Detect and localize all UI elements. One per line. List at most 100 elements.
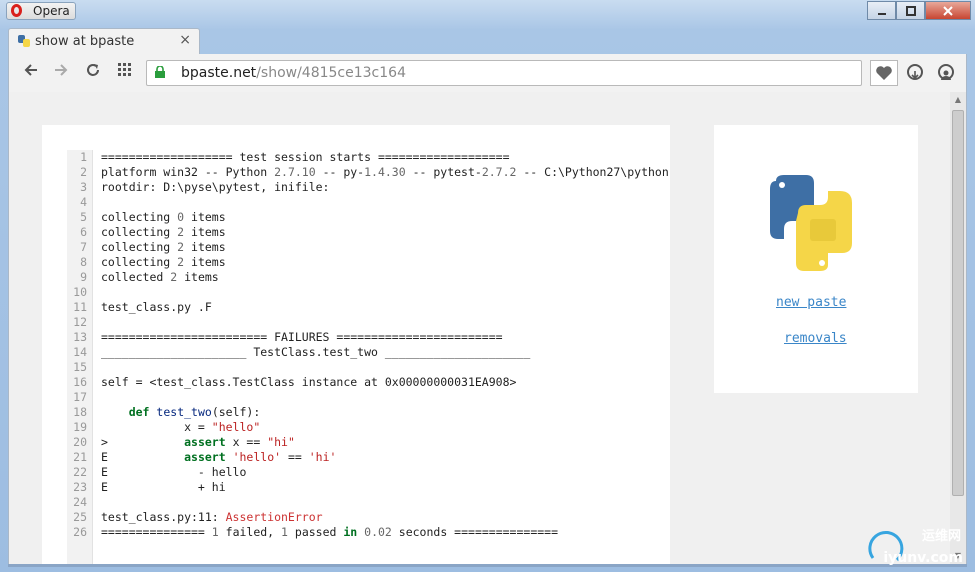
code-line: _____________________ TestClass.test_two… — [101, 345, 531, 359]
line-number: 1 — [80, 150, 87, 164]
grid-icon — [118, 63, 131, 76]
line-number: 26 — [73, 525, 87, 539]
code-line: self = <test_class.TestClass instance at… — [101, 375, 517, 389]
arrow-right-icon — [55, 64, 68, 76]
opera-menu-button[interactable]: Opera — [6, 2, 76, 20]
address-bar[interactable]: bpaste.net/show/4815ce13c164 — [146, 60, 862, 86]
code-line: collected 2 items — [101, 270, 219, 284]
sidebar-panel: new paste removals — [714, 125, 918, 393]
user-icon — [941, 70, 951, 80]
line-number: 22 — [73, 465, 87, 479]
navigation-bar: bpaste.net/show/4815ce13c164 — [8, 54, 967, 92]
line-number: 13 — [73, 330, 87, 344]
code-line: E assert 'hello' == 'hi' — [101, 450, 337, 464]
line-number: 14 — [73, 345, 87, 359]
line-number: 5 — [80, 210, 87, 224]
app-name: Opera — [33, 4, 70, 18]
code-line: collecting 2 items — [101, 255, 226, 269]
minimize-icon — [877, 12, 886, 15]
minimize-button[interactable] — [867, 1, 896, 20]
maximize-button[interactable] — [896, 1, 925, 20]
line-number: 20 — [73, 435, 87, 449]
line-number: 7 — [80, 240, 87, 254]
code-line: =================== test session starts … — [101, 150, 510, 164]
close-icon — [943, 5, 953, 16]
watermark-text-cn: 运维网 — [921, 529, 961, 544]
line-number: 21 — [73, 450, 87, 464]
line-number: 19 — [73, 420, 87, 434]
window-controls — [867, 1, 971, 20]
paste-panel: 1 2 3 4 5 6 7 8 9 10 11 12 13 14 15 16 17 18 19 20 21 22 23 24 2… — [42, 125, 670, 564]
code-block: 1 2 3 4 5 6 7 8 9 10 11 12 13 14 15 16 17 18 19 20 21 22 23 24 2… — [67, 150, 670, 564]
new-paste-link[interactable]: new paste — [776, 295, 846, 310]
scrollbar-thumb[interactable] — [952, 110, 964, 496]
code-line: x = "hello" — [101, 420, 261, 434]
line-numbers: 1 2 3 4 5 6 7 8 9 10 11 12 13 14 15 16 17 18 19 20 21 22 23 24 2… — [67, 150, 93, 564]
tab-strip: show at bpaste × + — [0, 24, 975, 73]
account-button[interactable] — [938, 64, 954, 80]
line-number: 9 — [80, 270, 87, 284]
forward-button[interactable] — [51, 62, 71, 82]
code-line: E + hi — [101, 480, 226, 494]
opera-logo-icon — [11, 4, 22, 17]
code-line: platform win32 -- Python 2.7.10 -- py-1.… — [101, 165, 670, 179]
tab-bpaste[interactable]: show at bpaste × — [8, 28, 200, 54]
download-icon — [911, 71, 919, 80]
line-number: 11 — [73, 300, 87, 314]
downloads-button[interactable] — [907, 64, 923, 80]
scroll-up-arrow-icon[interactable]: ▲ — [950, 92, 966, 108]
code-line: collecting 2 items — [101, 240, 226, 254]
watermark-text-domain: iyunv.com — [883, 550, 963, 566]
maximize-icon — [905, 5, 916, 16]
line-number: 8 — [80, 255, 87, 269]
reload-button[interactable] — [83, 62, 103, 82]
removals-link[interactable]: removals — [784, 331, 847, 346]
code-line: ======================== FAILURES ======… — [101, 330, 503, 344]
python-logo-icon — [770, 175, 852, 271]
tab-title: show at bpaste — [35, 34, 135, 49]
line-number: 4 — [80, 195, 87, 209]
heart-icon — [876, 66, 892, 80]
url-text: bpaste.net/show/4815ce13c164 — [181, 65, 406, 81]
code-line: rootdir: D:\pyse\pytest, inifile: — [101, 180, 330, 194]
python-favicon-icon — [18, 35, 30, 47]
line-number: 2 — [80, 165, 87, 179]
code-line: test_class.py .F — [101, 300, 212, 314]
line-number: 25 — [73, 510, 87, 524]
bookmark-button[interactable] — [870, 60, 898, 86]
code-lines: =================== test session starts … — [101, 150, 670, 540]
code-line: def test_two(self): — [128, 405, 261, 419]
line-number: 16 — [73, 375, 87, 389]
line-number: 6 — [80, 225, 87, 239]
line-number: 12 — [73, 315, 87, 329]
back-button[interactable] — [21, 62, 41, 82]
line-number: 18 — [73, 405, 87, 419]
line-number: 15 — [73, 360, 87, 374]
close-window-button[interactable] — [925, 1, 971, 20]
window-bottom-border — [8, 564, 967, 567]
vertical-scrollbar[interactable]: ▲ ▼ — [950, 92, 967, 564]
line-number: 10 — [73, 285, 87, 299]
code-line: collecting 2 items — [101, 225, 226, 239]
code-line: E - hello — [101, 465, 247, 479]
page-content: 1 2 3 4 5 6 7 8 9 10 11 12 13 14 15 16 17 18 19 20 21 22 23 24 2… — [8, 92, 950, 564]
title-bar: Opera — [0, 0, 975, 24]
line-number: 23 — [73, 480, 87, 494]
line-number: 3 — [80, 180, 87, 194]
code-line: test_class.py:11: AssertionError — [101, 510, 323, 524]
lock-icon — [155, 66, 165, 78]
speed-dial-button[interactable] — [115, 62, 135, 81]
browser-window: Opera show at bpaste × + — [0, 0, 975, 572]
reload-icon — [87, 64, 99, 76]
line-number: 24 — [73, 495, 87, 509]
tab-close-button[interactable]: × — [179, 32, 191, 48]
code-line: =============== 1 failed, 1 passed in 0.… — [101, 525, 559, 539]
code-line: > assert x == "hi" — [101, 435, 295, 449]
code-line: collecting 0 items — [101, 210, 226, 224]
